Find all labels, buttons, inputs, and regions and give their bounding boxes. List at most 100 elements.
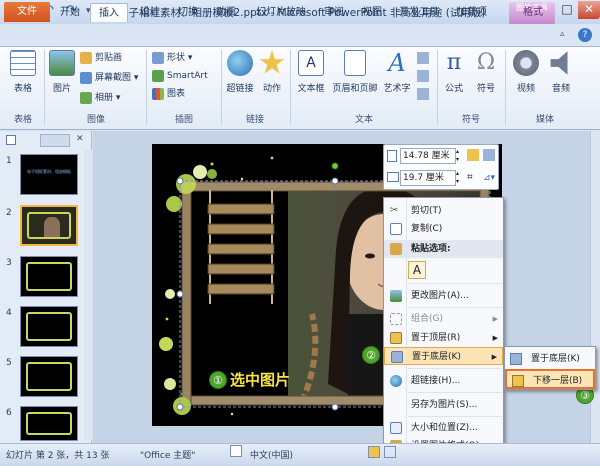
menu-separator <box>408 416 502 417</box>
symbol-button[interactable]: Ω 符号 <box>472 50 500 94</box>
language-status[interactable]: 中文(中国) <box>250 448 293 461</box>
help-icon[interactable]: ? <box>578 28 592 42</box>
clipart-button[interactable]: 剪贴画 <box>80 50 122 66</box>
group-separator <box>146 50 147 125</box>
film-reel-icon <box>513 50 539 76</box>
close-pane-icon[interactable]: ✕ <box>76 134 84 144</box>
shapes-button[interactable]: 形状 ▾ <box>152 50 192 66</box>
action-button[interactable]: 动作 <box>258 50 286 94</box>
height-icon <box>387 150 397 162</box>
slide-thumbnail-2[interactable] <box>20 205 78 246</box>
menu-item-cut[interactable]: ✂ 剪切(T) <box>384 202 503 220</box>
header-footer-button[interactable]: 页眉和页脚 <box>331 50 379 94</box>
screenshot-button[interactable]: 屏幕截图 ▾ <box>80 70 138 86</box>
album-button[interactable]: 相册 ▾ <box>80 90 120 106</box>
textbox-label: 文本框 <box>297 84 325 94</box>
tab-animations[interactable]: 动画 <box>210 3 242 22</box>
menu-separator <box>408 283 502 284</box>
slide-thumbnail-3[interactable] <box>20 256 78 297</box>
clipart-label: 剪贴画 <box>95 53 123 63</box>
wordart-label: 艺术字 <box>383 84 411 94</box>
group-separator <box>290 50 291 125</box>
tab-format[interactable]: 格式 <box>514 3 552 22</box>
tab-home[interactable]: 开始 <box>54 3 86 22</box>
chart-icon <box>152 87 164 100</box>
chart-label: 图表 <box>167 89 186 99</box>
menu-item-label: 另存为图片(S)... <box>411 400 478 410</box>
crop-icon[interactable]: ⌗ <box>467 172 479 184</box>
tab-slideshow[interactable]: 幻灯片放映 <box>250 3 312 22</box>
menu-item-change-picture[interactable]: 更改图片(A)... <box>384 287 503 305</box>
menu-item-label: 超链接(H)... <box>411 376 461 386</box>
slides-tab-icon[interactable] <box>6 135 16 145</box>
slide-number: 1 <box>6 156 12 166</box>
hyperlink-button[interactable]: 超链接 <box>224 50 256 94</box>
wordart-button[interactable]: A 艺术字 <box>380 50 414 94</box>
menu-item-copy[interactable]: 复制(C) <box>384 220 503 238</box>
menu-item-hyperlink[interactable]: 超链接(H)... <box>384 372 503 390</box>
tab-design[interactable]: 设计 <box>134 3 166 22</box>
slide-thumbnail-1[interactable]: 电子相框素材、相册模板 <box>20 154 78 195</box>
slide-thumbnail-4[interactable] <box>20 306 78 347</box>
outline-tab-icon[interactable] <box>40 134 70 147</box>
smartart-button[interactable]: SmartArt <box>152 68 208 84</box>
equation-button[interactable]: π 公式 <box>441 50 467 94</box>
slide-thumbnail-5[interactable] <box>20 356 78 397</box>
tab-file[interactable]: 文件 <box>4 2 50 22</box>
menu-header-paste-options: 粘贴选项: <box>384 240 503 258</box>
smartart-icon <box>152 69 164 82</box>
menu-separator <box>408 368 502 369</box>
tab-developer[interactable]: 开发工具 <box>394 3 444 22</box>
normal-view-icon[interactable] <box>368 446 380 458</box>
group-label-table: 表格 <box>13 115 32 125</box>
tab-view[interactable]: 视图 <box>356 3 388 22</box>
thumb-frame <box>26 312 72 341</box>
textbox-button[interactable]: A 文本框 <box>293 50 329 94</box>
menu-item-bring-to-front[interactable]: 置于顶层(R) ▶ <box>384 329 503 347</box>
tab-transitions[interactable]: 切换 <box>172 3 204 22</box>
hyperlink-icon <box>390 375 402 387</box>
height-spinner[interactable]: ▴ ▾ <box>456 148 464 164</box>
date-time-icon[interactable] <box>417 52 429 64</box>
menu-item-save-as-picture[interactable]: 另存为图片(S)... <box>384 396 503 414</box>
audio-button[interactable]: 音频 <box>545 50 577 94</box>
chart-button[interactable]: 图表 <box>152 86 185 102</box>
collapse-ribbon-icon[interactable]: ▵ <box>560 29 572 41</box>
submenu-item-send-backward[interactable]: 下移一层(B) <box>505 369 595 389</box>
group-separator <box>505 50 506 125</box>
menu-item-group[interactable]: 组合(G) ▶ <box>384 310 503 328</box>
close-button[interactable]: ✕ <box>578 1 600 19</box>
align-icon[interactable]: ⊿▾ <box>483 172 497 184</box>
tab-review[interactable]: 审阅 <box>318 3 350 22</box>
submenu-arrow-icon: ▶ <box>492 315 498 323</box>
thumbs-scrollbar[interactable] <box>84 150 92 440</box>
slide-number: 2 <box>6 208 12 218</box>
height-input[interactable]: 14.78 厘米 <box>400 148 456 164</box>
picture-button[interactable]: 图片 <box>48 50 76 94</box>
spell-check-icon[interactable] <box>230 445 242 457</box>
theme-status[interactable]: "Office 主题" <box>140 448 195 461</box>
send-backward-icon[interactable] <box>483 149 495 161</box>
menu-item-size-position[interactable]: 大小和位置(Z)... <box>384 419 503 437</box>
width-input[interactable]: 19.7 厘米 <box>400 170 456 186</box>
submenu-arrow-icon: ▶ <box>492 334 498 342</box>
tab-insert[interactable]: 插入 <box>90 3 128 22</box>
width-spinner[interactable]: ▴ ▾ <box>456 170 464 186</box>
submenu-item-send-to-back[interactable]: 置于底层(K) <box>505 349 595 369</box>
screenshot-icon <box>80 71 92 84</box>
slide-number-icon[interactable] <box>417 70 429 82</box>
maximize-button[interactable]: □ <box>554 1 580 19</box>
ribbon-tab-bar <box>0 24 600 46</box>
paste-keep-text-button[interactable]: A <box>408 261 426 279</box>
object-icon[interactable] <box>417 88 429 100</box>
slide-sorter-icon[interactable] <box>384 446 396 458</box>
slide-thumbnail-6[interactable] <box>20 406 78 441</box>
menu-item-send-to-back[interactable]: 置于底层(K) ▶ <box>384 347 503 365</box>
video-button[interactable]: 视频 <box>509 50 543 94</box>
audio-label: 音频 <box>551 84 570 94</box>
table-button[interactable]: 表格 <box>8 50 38 94</box>
group-separator <box>437 50 438 125</box>
menu-item-label: 更改图片(A)... <box>411 291 469 301</box>
tab-addins[interactable]: 加载项 <box>450 3 494 22</box>
bring-forward-icon[interactable] <box>467 149 479 161</box>
